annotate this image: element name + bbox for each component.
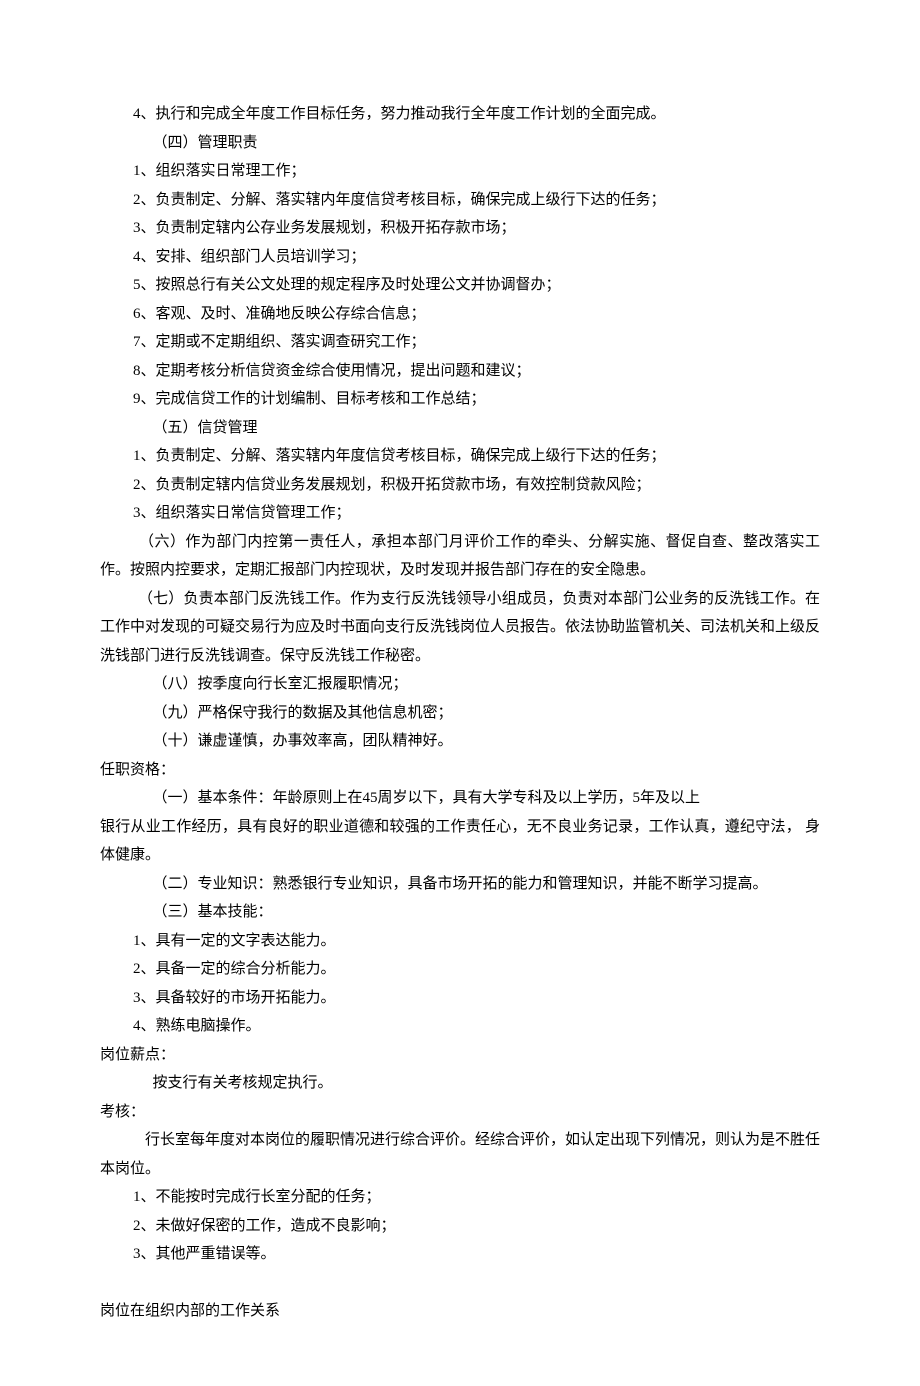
text-line: 3、组织落实日常信贷管理工作；	[100, 499, 820, 528]
text-line: 2、具备一定的综合分析能力。	[100, 955, 820, 984]
text-line: 4、熟练电脑操作。	[100, 1012, 820, 1041]
text-line: 6、客观、及时、准确地反映公存综合信息；	[100, 300, 820, 329]
text-line: 任职资格：	[100, 756, 820, 785]
text-line: 2、未做好保密的工作，造成不良影响；	[100, 1212, 820, 1241]
text-line: 银行从业工作经历，具有良好的职业道德和较强的工作责任心，无不良业务记录，工作认真…	[100, 813, 820, 870]
text-line: 1、组织落实日常理工作；	[100, 157, 820, 186]
text-line: 9、完成信贷工作的计划编制、目标考核和工作总结；	[100, 385, 820, 414]
text-line: 1、不能按时完成行长室分配的任务；	[100, 1183, 820, 1212]
text-line: 考核：	[100, 1098, 820, 1127]
text-line: （五）信贷管理	[100, 414, 820, 443]
document-body: 4、执行和完成全年度工作目标任务，努力推动我行全年度工作计划的全面完成。（四）管…	[100, 100, 820, 1326]
text-line: （四）管理职责	[100, 129, 820, 158]
text-line: 8、定期考核分析信贷资金综合使用情况，提出问题和建议；	[100, 357, 820, 386]
text-line: 1、具有一定的文字表达能力。	[100, 927, 820, 956]
text-line: 按支行有关考核规定执行。	[100, 1069, 820, 1098]
text-line: 岗位在组织内部的工作关系	[100, 1297, 820, 1326]
text-line: （一）基本条件：年龄原则上在45周岁以下，具有大学专科及以上学历，5年及以上	[100, 784, 820, 813]
text-line: 4、安排、组织部门人员培训学习；	[100, 243, 820, 272]
text-line: （七）负责本部门反洗钱工作。作为支行反洗钱领导小组成员，负责对本部门公业务的反洗…	[100, 585, 820, 671]
text-line: （十）谦虚谨慎，办事效率高，团队精神好。	[100, 727, 820, 756]
text-line: （九）严格保守我行的数据及其他信息机密；	[100, 699, 820, 728]
text-line: 3、其他严重错误等。	[100, 1240, 820, 1269]
text-line: （二）专业知识：熟悉银行专业知识，具备市场开拓的能力和管理知识，并能不断学习提高…	[100, 870, 820, 899]
text-line: （三）基本技能：	[100, 898, 820, 927]
text-line: （八）按季度向行长室汇报履职情况；	[100, 670, 820, 699]
text-line: 3、具备较好的市场开拓能力。	[100, 984, 820, 1013]
text-line: 2、负责制定辖内信贷业务发展规划，积极开拓贷款市场，有效控制贷款风险；	[100, 471, 820, 500]
text-line: 岗位薪点：	[100, 1041, 820, 1070]
text-line: 5、按照总行有关公文处理的规定程序及时处理公文并协调督办；	[100, 271, 820, 300]
text-line: 7、定期或不定期组织、落实调查研究工作；	[100, 328, 820, 357]
text-line: （六）作为部门内控第一责任人，承担本部门月评价工作的牵头、分解实施、督促自查、整…	[100, 528, 820, 585]
text-line: 行长室每年度对本岗位的履职情况进行综合评价。经综合评价，如认定出现下列情况，则认…	[100, 1126, 820, 1183]
text-line	[100, 1269, 820, 1298]
text-line: 4、执行和完成全年度工作目标任务，努力推动我行全年度工作计划的全面完成。	[100, 100, 820, 129]
text-line: 1、负责制定、分解、落实辖内年度信贷考核目标，确保完成上级行下达的任务；	[100, 442, 820, 471]
text-line: 2、负责制定、分解、落实辖内年度信贷考核目标，确保完成上级行下达的任务；	[100, 186, 820, 215]
text-line: 3、负责制定辖内公存业务发展规划，积极开拓存款市场；	[100, 214, 820, 243]
